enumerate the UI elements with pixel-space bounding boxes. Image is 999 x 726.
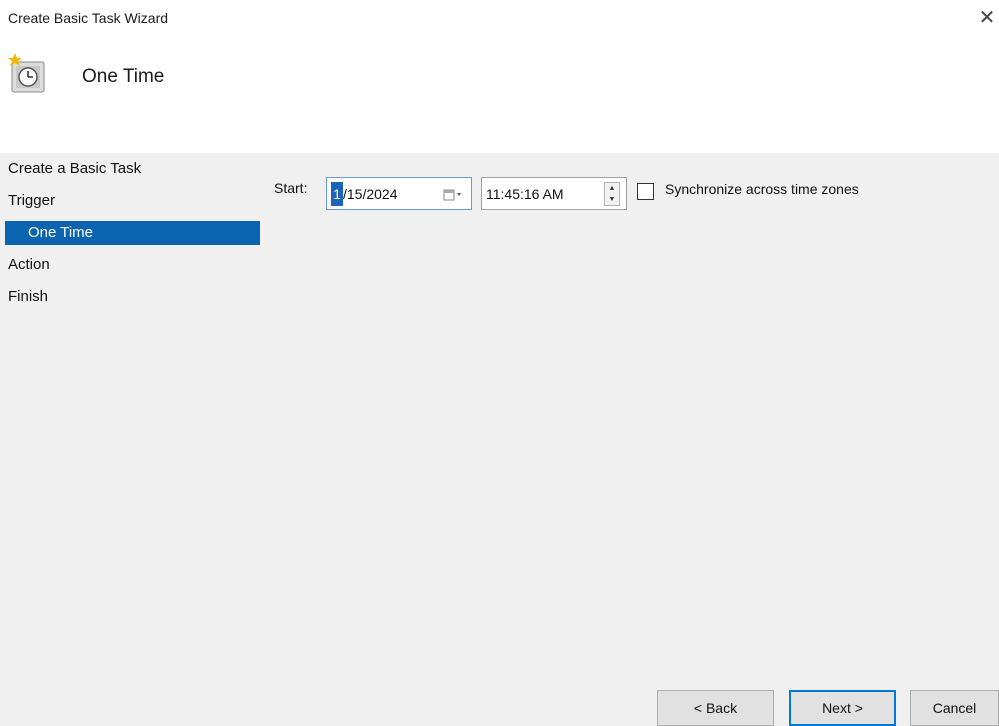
step-finish[interactable]: Finish: [8, 285, 48, 309]
step-trigger[interactable]: Trigger: [8, 189, 55, 213]
start-date-picker[interactable]: 1 /15/2024: [326, 177, 472, 210]
date-value: /15/2024: [343, 186, 398, 202]
create-basic-task-wizard-window: Create Basic Task Wizard ✕ One Time Crea…: [0, 0, 999, 726]
date-month-selected: 1: [331, 182, 343, 206]
spin-down-icon[interactable]: ▼: [605, 194, 619, 205]
sync-timezones-label[interactable]: Synchronize across time zones: [665, 181, 859, 197]
page-title: One Time: [82, 66, 165, 87]
step-one-time[interactable]: One Time: [5, 221, 260, 245]
start-label: Start:: [274, 180, 308, 196]
step-action[interactable]: Action: [8, 253, 50, 277]
wizard-steps: Create a Basic Task Trigger One Time Act…: [0, 153, 262, 353]
wizard-content: Create a Basic Task Trigger One Time Act…: [0, 153, 999, 726]
spin-up-icon[interactable]: ▲: [605, 183, 619, 194]
title-bar: Create Basic Task Wizard ✕: [0, 0, 999, 40]
start-time-field[interactable]: 11:45:16 AM ▲ ▼: [481, 177, 627, 210]
sync-timezones-checkbox[interactable]: [637, 183, 654, 200]
back-button[interactable]: < Back: [657, 690, 774, 726]
next-button[interactable]: Next >: [789, 690, 896, 726]
time-value: 11:45:16 AM: [486, 186, 564, 202]
wizard-header: One Time: [0, 48, 999, 108]
close-icon[interactable]: ✕: [975, 6, 999, 30]
cancel-button[interactable]: Cancel: [910, 690, 999, 726]
task-clock-icon: [8, 53, 45, 93]
window-title: Create Basic Task Wizard: [8, 10, 169, 26]
step-create-basic-task[interactable]: Create a Basic Task: [8, 157, 141, 181]
time-spinner[interactable]: ▲ ▼: [604, 182, 620, 206]
calendar-dropdown-icon[interactable]: [443, 188, 463, 202]
